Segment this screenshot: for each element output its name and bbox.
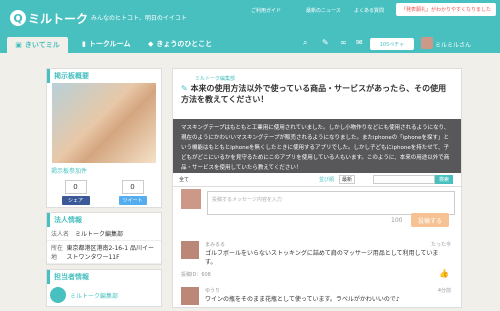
tweet-count: 0 — [121, 180, 144, 194]
header: Q ミルトーク みんなのヒトコト、明日のイイコト ご利用ガイド 最新のニュース よ… — [0, 0, 500, 35]
sidebar: 掲示板概要 掲示板参加件 0 シェア 0 ツイート 法人情報 法人名 ミルトーク編… — [46, 68, 162, 311]
commenter-avatar — [181, 241, 199, 259]
board-photo — [52, 83, 156, 163]
chat-icon: ◆ — [148, 40, 154, 48]
corp-row: 所在地 東京都港区港南2-16-1 品川イーストワンタワー11F — [47, 241, 161, 264]
logo-q-icon: Q — [10, 10, 26, 26]
search-icon[interactable]: ⌕ — [303, 38, 307, 48]
comment-item: まみるる たった今 ゴルフボールをいらないストッキングに詰めて肩のマッサージ用品… — [181, 241, 455, 283]
logo[interactable]: Q ミルトーク — [10, 9, 88, 27]
board-main: ミルトーク編集部 ✎ 本来の使用方法以外で使っている商品・サービスがあったら、そ… — [172, 68, 462, 308]
char-count: 100 — [391, 217, 403, 224]
comment-text: ワインの瓶をそのまま花瓶として使っています。ラベルがかわいいので♪ — [205, 296, 400, 303]
comment-time: たった今 — [430, 242, 451, 248]
announcement-banner[interactable]: 「発表願礼」がわかりやすくなりました — [396, 3, 496, 16]
search-input[interactable] — [373, 175, 435, 184]
corp-panel: 法人情報 法人名 ミルトーク編集部 所在地 東京都港区港南2-16-1 品川イースト… — [46, 212, 162, 265]
question-body: マスキングテープはもともと工業用に使用されていました。しかし小物作りなどにも使用… — [173, 119, 461, 173]
talk-icon: ▮ — [82, 40, 86, 48]
overview-title: 掲示板概要 — [47, 69, 161, 83]
tab-talkroom[interactable]: ▮ トークルーム — [82, 35, 130, 53]
staff-title: 担当者情報 — [47, 270, 161, 284]
commenter-name[interactable]: まみるる — [205, 241, 225, 248]
avatar[interactable] — [421, 37, 433, 49]
share-button[interactable]: シェア — [61, 196, 90, 205]
points-badge[interactable]: 105ペチャ — [370, 38, 414, 50]
pencil-icon: ✎ — [181, 84, 188, 93]
bell-icon[interactable]: ✎ — [322, 38, 329, 47]
sort-label: 並び順 — [319, 177, 335, 183]
user-name[interactable]: ミルミルさん — [435, 40, 471, 49]
question-poster[interactable]: ミルトーク編集部 — [195, 75, 453, 82]
question-header: ミルトーク編集部 ✎ 本来の使用方法以外で使っている商品・サービスがあったら、そ… — [173, 69, 461, 119]
link-icon[interactable]: ∞ — [340, 38, 347, 47]
commenter-avatar — [181, 287, 199, 305]
staff-panel: 担当者情報 ミルトーク編集部 — [46, 269, 162, 307]
news-link[interactable]: 最新のニュース — [306, 7, 341, 14]
comment-text: ゴルフボールをいらないストッキングに詰めて肩のマッサージ用品として利用しています… — [205, 250, 439, 266]
staff-logo-icon — [50, 287, 66, 303]
comment-toolbar: 全て 並び順 最新 検索 — [173, 173, 461, 187]
staff-name[interactable]: ミルトーク編集部 — [70, 291, 118, 300]
composer-avatar — [181, 189, 201, 209]
guide-link[interactable]: ご利用ガイド — [251, 7, 281, 14]
tab-kiitemiru[interactable]: ▣ きいてミル — [7, 37, 68, 53]
filter-all[interactable]: 全て — [179, 176, 189, 183]
comment-time: 4分前 — [437, 288, 451, 294]
message-input[interactable]: 投稿するメッセージ内容を入力 — [207, 191, 455, 215]
like-icon[interactable]: 👍 — [439, 269, 449, 278]
faq-link[interactable]: よくある質問 — [354, 7, 384, 14]
tagline: みんなのヒトコト、明日のイイコト — [91, 15, 187, 22]
tweet-button[interactable]: ツイート — [118, 196, 147, 205]
post-button[interactable]: 投稿する — [411, 213, 449, 227]
corp-row: 法人名 ミルトーク編集部 — [47, 227, 161, 241]
comment-id: 投稿ID：608 — [181, 272, 211, 278]
commenter-name[interactable]: ゆうり — [205, 287, 220, 294]
participants-label: 掲示板参加件 — [51, 168, 88, 175]
question-title: ✎ 本来の使用方法以外で使っている商品・サービスがあったら、その使用方法を教えて… — [181, 84, 447, 104]
share-count: 0 — [64, 180, 87, 194]
msg-icon[interactable]: ✉ — [356, 38, 363, 47]
tab-today[interactable]: ◆ きょうのひとこと — [148, 35, 212, 53]
overview-panel: 掲示板概要 掲示板参加件 0 シェア 0 ツイート — [46, 68, 162, 208]
corp-title: 法人情報 — [47, 213, 161, 227]
tab-icon: ▣ — [15, 41, 22, 49]
sort-select[interactable]: 最新 — [339, 175, 356, 184]
search-button[interactable]: 検索 — [435, 175, 453, 184]
